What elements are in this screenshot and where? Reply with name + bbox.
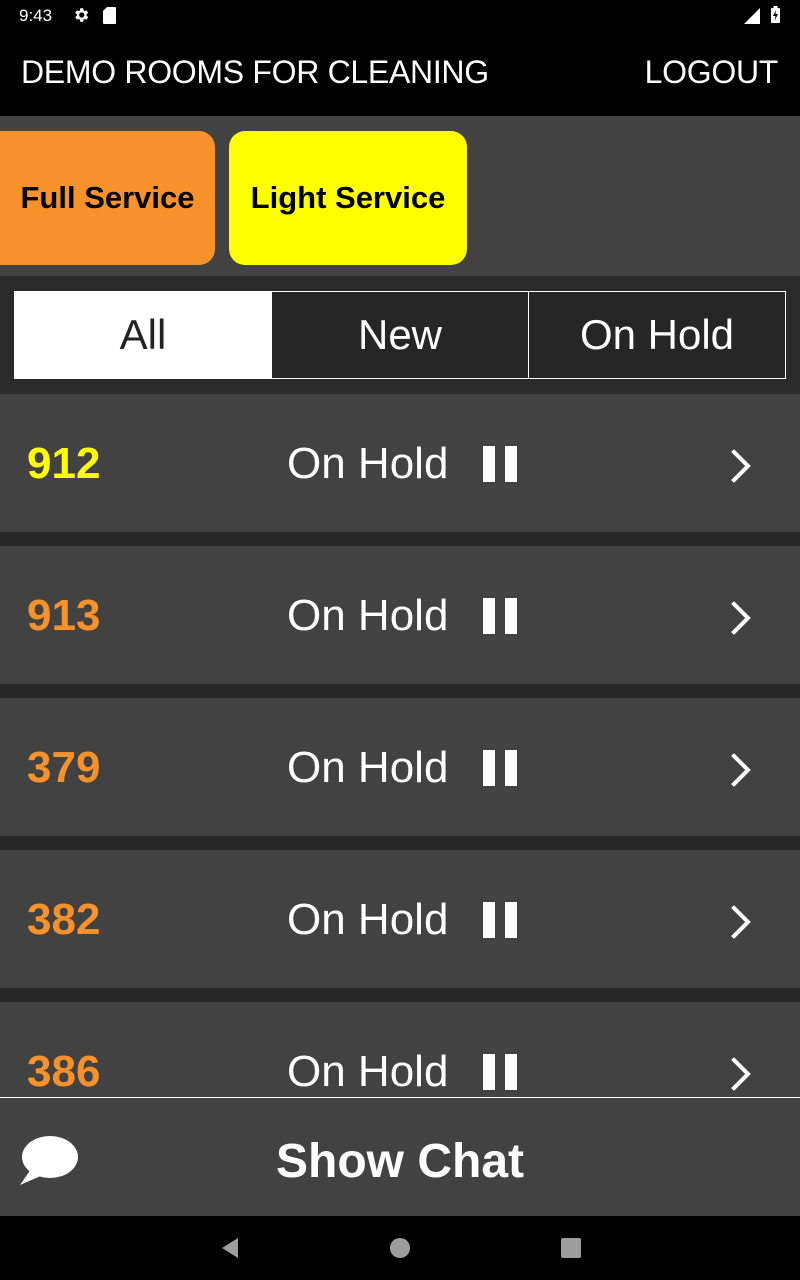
pause-icon [483,1054,517,1090]
page-title: DEMO ROOMS FOR CLEANING [21,54,489,90]
filter-tabs-container: All New On Hold [0,276,800,394]
room-status: On Hold [287,439,449,488]
room-status: On Hold [287,591,449,640]
room-row[interactable]: 382 On Hold [0,850,800,988]
filter-tabs: All New On Hold [14,291,786,379]
signal-icon [744,8,760,24]
back-icon[interactable] [218,1236,242,1260]
room-list[interactable]: 912 On Hold 913 On Hold 379 On Hold 382 On Hold… [0,394,800,1098]
light-service-button[interactable]: Light Service [229,131,467,265]
room-status: On Hold [287,743,449,792]
tab-new[interactable]: New [271,292,528,378]
system-nav-bar [0,1216,800,1280]
chevron-right-icon [731,905,751,939]
sd-card-icon [103,7,116,24]
show-chat-button[interactable]: Show Chat [0,1097,800,1217]
chevron-right-icon [731,1057,751,1091]
room-number: 382 [27,895,101,944]
room-row[interactable]: 912 On Hold [0,394,800,532]
logout-button[interactable]: LOGOUT [645,54,779,91]
pause-icon [483,902,517,938]
pause-icon [483,598,517,634]
tab-all[interactable]: All [15,292,271,378]
room-number: 379 [27,743,101,792]
battery-charging-icon [771,6,780,23]
room-status: On Hold [287,1047,449,1096]
gear-icon [75,8,89,22]
room-status: On Hold [287,895,449,944]
room-number: 913 [27,591,101,640]
recents-icon[interactable] [559,1236,583,1260]
room-number: 386 [27,1047,101,1096]
pause-icon [483,446,517,482]
app-bar: DEMO ROOMS FOR CLEANING LOGOUT [0,32,800,116]
pause-icon [483,750,517,786]
status-time: 9:43 [19,6,53,25]
chevron-right-icon [731,601,751,635]
show-chat-label: Show Chat [276,1135,524,1188]
full-service-button[interactable]: Full Service [0,131,215,265]
chevron-right-icon [731,449,751,483]
room-row[interactable]: 379 On Hold [0,698,800,836]
service-type-bar: Full Service Light Service [0,116,800,276]
room-row[interactable]: 386 On Hold [0,1002,800,1098]
home-icon[interactable] [388,1236,412,1260]
chevron-right-icon [731,753,751,787]
status-bar: 9:43 [0,0,800,32]
room-row[interactable]: 913 On Hold [0,546,800,684]
tab-on-hold[interactable]: On Hold [528,292,785,378]
room-number: 912 [27,439,101,488]
